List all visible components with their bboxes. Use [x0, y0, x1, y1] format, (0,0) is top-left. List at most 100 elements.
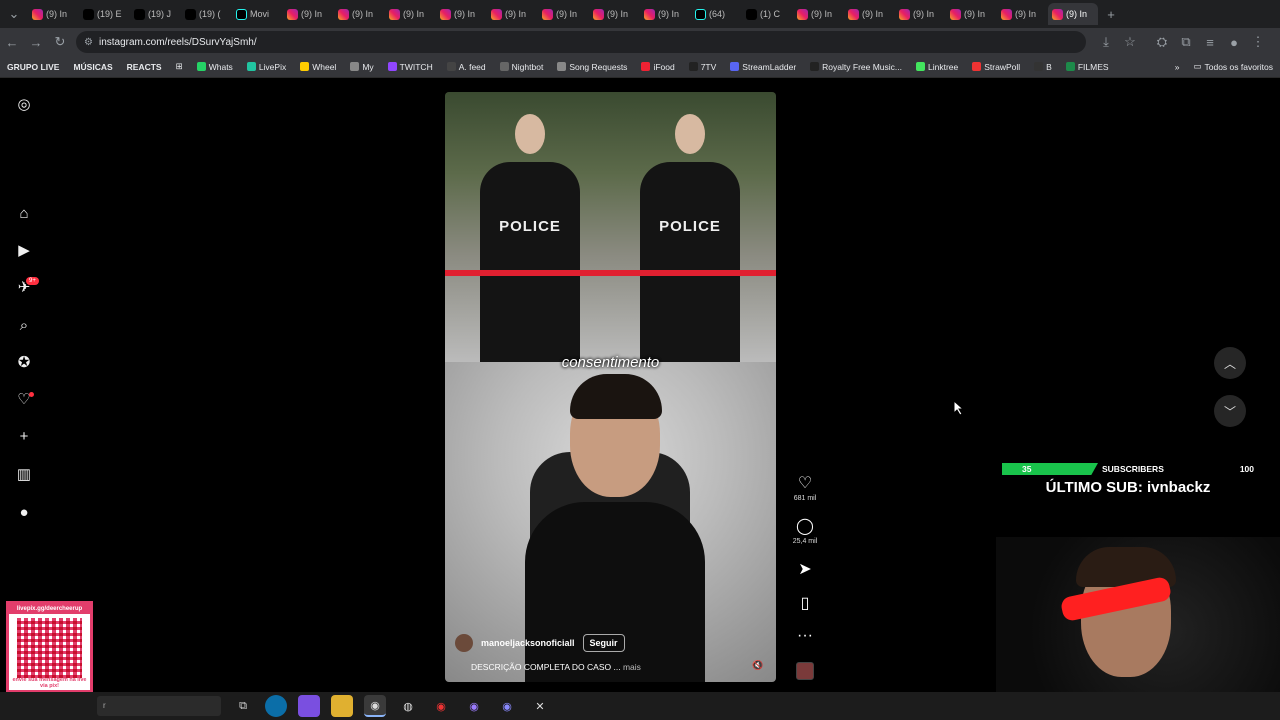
url-field[interactable]: ⚙ instagram.com/reels/DSurvYajSmh/ — [76, 31, 1086, 53]
dashboard-icon[interactable]: ▥ — [16, 466, 32, 483]
explore-icon[interactable]: ✪ — [16, 354, 32, 371]
bookmark-item[interactable]: LivePix — [240, 62, 293, 72]
bookmark-favicon-icon — [300, 62, 310, 71]
bookmark-item[interactable]: StrawPoll — [965, 62, 1027, 72]
browser-tab[interactable]: (19) J — [130, 3, 180, 25]
tab-search-icon[interactable]: ⌄ — [0, 2, 28, 26]
menu-icon[interactable]: ⋮ — [1246, 30, 1270, 54]
browser-tab[interactable]: (1) C — [742, 3, 792, 25]
task-view-icon[interactable]: ⧉ — [232, 695, 254, 717]
reels-icon[interactable]: ▶ — [16, 242, 32, 259]
follow-button[interactable]: Seguir — [582, 634, 625, 652]
forward-icon[interactable]: → — [24, 30, 48, 54]
bookmark-item[interactable]: A. feed — [440, 62, 493, 72]
bookmark-item[interactable]: FILMES — [1059, 62, 1116, 72]
mute-icon[interactable]: 🔇 — [752, 660, 763, 670]
apps-grid-icon[interactable]: ⊞ — [169, 61, 190, 72]
browser-tab[interactable]: (9) In — [283, 3, 333, 25]
browser-tab[interactable]: (9) In — [436, 3, 486, 25]
bookmark-item[interactable]: TWITCH — [381, 62, 440, 72]
browser-tab[interactable]: (9) In — [640, 3, 690, 25]
tab-label: (9) In — [1066, 9, 1088, 19]
bookmarks-overflow-icon[interactable]: » — [1168, 62, 1187, 72]
like-button[interactable]: ♡ 681 mil — [790, 473, 820, 502]
extension-icon[interactable]: ⛭ — [1150, 30, 1174, 54]
bookmark-item[interactable]: MÚSICAS — [66, 62, 119, 72]
bookmark-item[interactable]: Song Requests — [550, 62, 634, 72]
browser-tab[interactable]: (9) In — [946, 3, 996, 25]
browser-tab[interactable]: Movi — [232, 3, 282, 25]
share-button[interactable]: ➤ — [790, 559, 820, 579]
browser-tab[interactable]: (9) In — [1048, 3, 1098, 25]
more-link[interactable]: mais — [623, 662, 641, 672]
browser-tab[interactable]: (9) In — [997, 3, 1047, 25]
create-icon[interactable]: + — [16, 428, 32, 445]
bookmark-favicon-icon — [557, 62, 567, 71]
tools-icon[interactable]: ✕ — [529, 695, 551, 717]
browser-tab[interactable]: (9) In — [844, 3, 894, 25]
new-tab-button[interactable]: + — [1099, 2, 1123, 26]
audio-thumbnail[interactable] — [796, 662, 814, 680]
tab-label: (19) J — [148, 9, 172, 19]
profile-avatar[interactable]: ● — [1222, 30, 1246, 54]
browser-tab[interactable]: (64) — [691, 3, 741, 25]
browser-tab[interactable]: (9) In — [589, 3, 639, 25]
profile-avatar-icon[interactable]: ● — [16, 504, 32, 521]
save-button[interactable]: ▯ — [790, 593, 820, 613]
reel-video[interactable]: POLICE POLICE consentimento manoeljackso… — [445, 92, 776, 682]
all-bookmarks-folder[interactable]: ▭ Todos os favoritos — [1186, 61, 1280, 72]
copilot-icon[interactable] — [298, 695, 320, 717]
taskbar-search[interactable]: r — [97, 696, 221, 716]
next-reel-button[interactable]: ﹀ — [1214, 395, 1246, 427]
bookmark-item[interactable]: Royalty Free Music... — [803, 62, 909, 72]
reel-meta: manoeljacksonoficiall Seguir DESCRIÇÃO C… — [455, 634, 755, 672]
author-avatar[interactable] — [455, 634, 473, 652]
install-icon[interactable]: ⤓ — [1094, 30, 1118, 54]
bookmark-item[interactable]: My — [343, 62, 380, 72]
site-info-icon[interactable]: ⚙ — [84, 37, 93, 48]
browser-tab[interactable]: (9) In — [538, 3, 588, 25]
bookmark-item[interactable]: Wheel — [293, 62, 343, 72]
bookmark-item[interactable]: StreamLadder — [723, 62, 803, 72]
more-options-button[interactable]: ··· — [790, 627, 820, 645]
home-icon[interactable]: ⌂ — [16, 205, 32, 222]
reload-icon[interactable]: ↻ — [48, 30, 72, 54]
browser-tab[interactable]: (19) E — [79, 3, 129, 25]
share-icon: ➤ — [798, 561, 812, 578]
bookmark-item[interactable]: Linktree — [909, 62, 965, 72]
app-icon-red[interactable]: ◉ — [430, 695, 452, 717]
media-icon[interactable]: ≡ — [1198, 30, 1222, 54]
bookmark-item[interactable]: REACTS — [120, 62, 169, 72]
browser-tab[interactable]: (9) In — [385, 3, 435, 25]
discord-icon[interactable]: ◉ — [496, 695, 518, 717]
bookmark-item[interactable]: Nightbot — [493, 62, 551, 72]
obs-icon[interactable]: ◍ — [397, 695, 419, 717]
browser-tab[interactable]: (19) ( — [181, 3, 231, 25]
bookmark-item[interactable]: Whats — [190, 62, 240, 72]
previous-reel-button[interactable]: ︿ — [1214, 347, 1246, 379]
reel-description[interactable]: DESCRIÇÃO COMPLETA DO CASO ... mais — [455, 662, 755, 672]
bookmark-item[interactable]: iFood — [634, 62, 681, 72]
bookmarks-bar: GRUPO LIVE MÚSICAS REACTS ⊞ Whats LivePix Whee… — [0, 56, 1280, 78]
puzzle-icon[interactable]: ⧉ — [1174, 30, 1198, 54]
chrome-icon[interactable]: ◉ — [364, 695, 386, 717]
bookmark-item[interactable]: GRUPO LIVE — [0, 62, 66, 72]
browser-tab[interactable]: (9) In — [487, 3, 537, 25]
browser-tab[interactable]: (9) In — [895, 3, 945, 25]
author-name[interactable]: manoeljacksonoficiall — [481, 638, 575, 648]
browser-tab[interactable]: (9) In — [28, 3, 78, 25]
bookmark-item[interactable]: 7TV — [682, 62, 724, 72]
back-icon[interactable]: ← — [0, 30, 24, 54]
search-icon[interactable]: ⌕ — [16, 317, 32, 334]
instagram-logo-icon[interactable]: ◎ — [16, 96, 32, 113]
bookmark-label: StreamLadder — [742, 61, 797, 72]
file-explorer-icon[interactable] — [331, 695, 353, 717]
browser-tab[interactable]: (9) In — [793, 3, 843, 25]
comment-button[interactable]: ◯ 25,4 mil — [790, 516, 820, 545]
app-icon-purple[interactable]: ◉ — [463, 695, 485, 717]
bookmark-star-icon[interactable]: ☆ — [1118, 30, 1142, 54]
browser-tab[interactable]: (9) In — [334, 3, 384, 25]
edge-icon[interactable] — [265, 695, 287, 717]
bookmark-item[interactable]: B — [1027, 62, 1059, 72]
instagram-icon — [491, 8, 502, 20]
